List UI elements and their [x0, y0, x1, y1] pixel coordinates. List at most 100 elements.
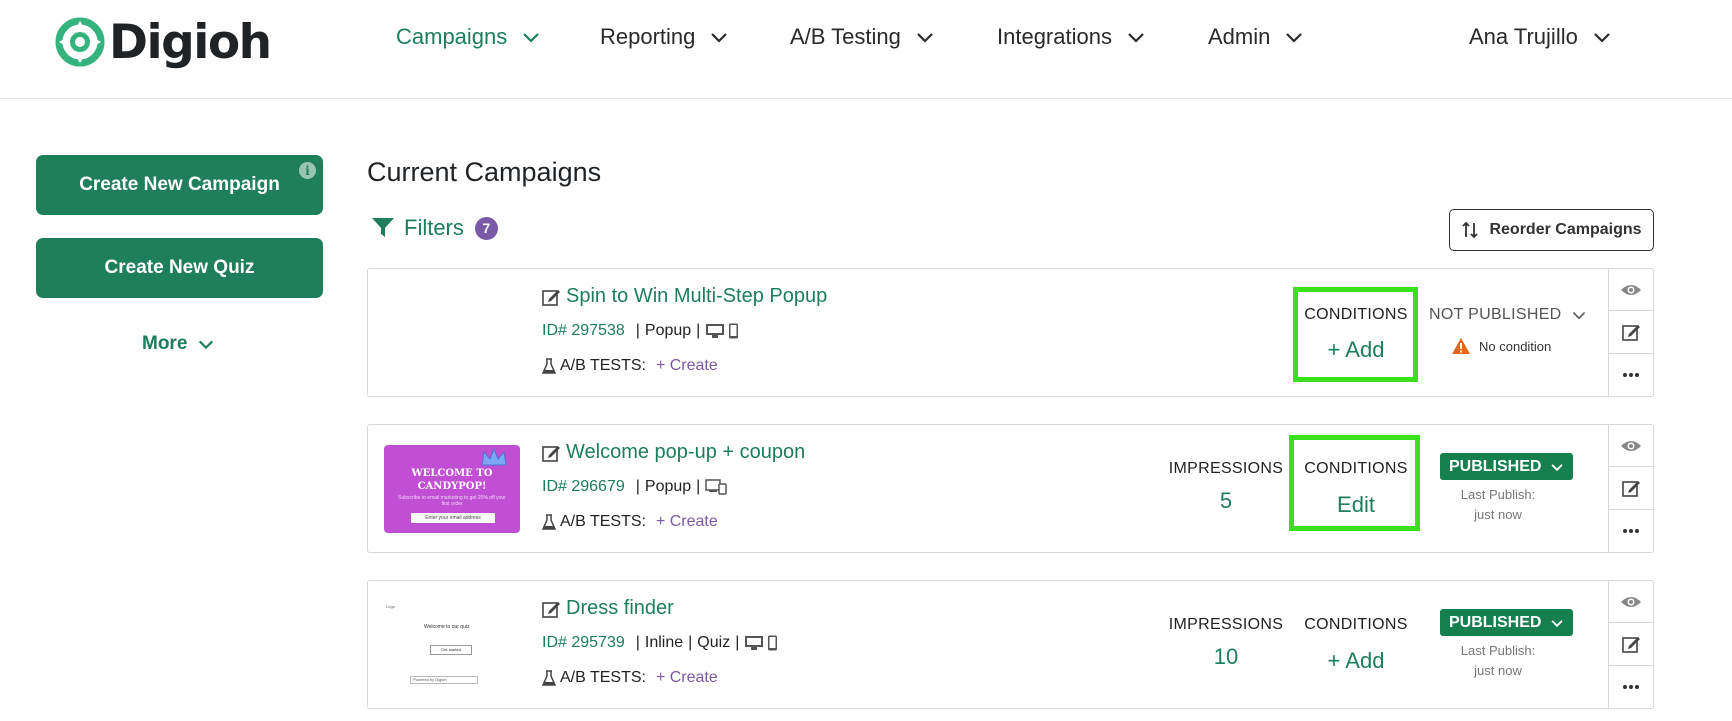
user-menu[interactable]: Ana Trujillo	[1469, 24, 1612, 50]
more-actions-button[interactable]	[1609, 510, 1653, 552]
desktop-icon	[706, 324, 725, 338]
ellipsis-icon	[1623, 372, 1639, 377]
campaign-actions	[1608, 269, 1653, 396]
preview-button[interactable]	[1609, 581, 1653, 624]
nav-ab-testing[interactable]: A/B Testing	[790, 24, 935, 50]
nav-reporting-label: Reporting	[600, 24, 696, 49]
more-menu-button[interactable]: More	[142, 333, 215, 355]
status-dropdown[interactable]: PUBLISHED	[1440, 609, 1574, 636]
digioh-logo[interactable]: Digioh	[55, 12, 272, 72]
last-publish-label: Last Publish:	[1460, 487, 1536, 502]
mobile-icon	[729, 323, 739, 339]
thumbnail-email-field: Enter your email address	[411, 513, 495, 523]
campaign-meta: ID# 295739 | Inline | Quiz |	[542, 634, 781, 652]
nav-integrations[interactable]: Integrations	[997, 24, 1146, 50]
ab-tests-row: A/B TESTS: + Create	[542, 357, 718, 375]
create-new-campaign-button[interactable]: Create New Campaign i	[36, 155, 323, 215]
more-actions-button[interactable]	[1609, 666, 1653, 708]
campaign-type: Inline	[644, 634, 684, 651]
warning-icon	[1452, 338, 1470, 354]
edit-campaign-button[interactable]	[1609, 623, 1653, 666]
eye-icon	[1621, 284, 1641, 295]
filters-count-badge: 7	[474, 216, 498, 240]
edit-campaign-button[interactable]	[1609, 467, 1653, 510]
thumbnail-button: Get started	[430, 645, 472, 655]
conditions-highlight-box	[1293, 287, 1418, 382]
campaign-type: Popup	[644, 478, 692, 495]
edit-name-icon[interactable]	[541, 287, 561, 307]
chevron-down-icon	[1572, 312, 1585, 320]
thumbnail-subtitle: Subscribe to email marketing to get 20% …	[398, 495, 506, 507]
conditions-highlight-box	[1289, 435, 1420, 531]
filters-toggle[interactable]: Filters 7	[371, 215, 498, 241]
nav-admin-label: Admin	[1208, 24, 1271, 49]
sort-arrows-icon	[1462, 221, 1479, 239]
campaign-thumbnail[interactable]: Logo Welcome to our quiz Get started Pow…	[384, 601, 520, 689]
campaign-id[interactable]: ID# 295739	[542, 634, 625, 652]
nav-campaigns[interactable]: Campaigns	[396, 24, 541, 50]
create-new-quiz-label: Create New Quiz	[104, 257, 255, 278]
create-new-quiz-button[interactable]: Create New Quiz	[36, 238, 323, 298]
nav-campaigns-label: Campaigns	[396, 24, 508, 49]
info-icon[interactable]: i	[299, 162, 316, 179]
digioh-logo-icon	[55, 17, 105, 67]
ellipsis-icon	[1623, 684, 1639, 689]
status-dropdown[interactable]: NOT PUBLISHED	[1429, 306, 1587, 324]
no-condition-text: No condition	[1479, 338, 1552, 354]
chevron-down-icon	[1594, 33, 1610, 43]
campaign-type: Popup	[644, 322, 692, 339]
more-actions-button[interactable]	[1609, 354, 1653, 396]
campaign-title-link[interactable]: Dress finder	[566, 597, 674, 620]
edit-icon	[1622, 480, 1640, 497]
campaign-card: Logo Welcome to our quiz Get started Pow…	[367, 580, 1654, 709]
last-publish-info: Last Publish: just now	[1428, 641, 1568, 681]
campaign-meta: ID# 296679 | Popup |	[542, 478, 730, 496]
campaign-thumbnail[interactable]: WELCOME TO CANDYPOP! Subscribe to email m…	[384, 445, 520, 533]
more-label: More	[142, 333, 188, 354]
chevron-down-icon	[917, 33, 933, 43]
chevron-down-icon	[199, 340, 214, 350]
campaign-card: WELCOME TO CANDYPOP! Subscribe to email m…	[367, 424, 1654, 553]
campaign-card: Spin to Win Multi-Step Popup ID# 297538 …	[367, 268, 1654, 397]
campaign-title-link[interactable]: Spin to Win Multi-Step Popup	[566, 285, 827, 308]
status-dropdown[interactable]: PUBLISHED	[1440, 453, 1574, 480]
reorder-campaigns-label: Reorder Campaigns	[1489, 221, 1642, 238]
campaign-title-link[interactable]: Welcome pop-up + coupon	[566, 441, 805, 464]
crown-decoration-icon	[481, 447, 507, 466]
last-publish-label: Last Publish:	[1460, 643, 1536, 658]
chevron-down-icon	[1128, 33, 1144, 43]
campaign-meta: ID# 297538 | Popup |	[542, 322, 742, 340]
chevron-down-icon	[1551, 619, 1563, 627]
nav-reporting[interactable]: Reporting	[600, 24, 729, 50]
desktop-mobile-icon	[705, 479, 728, 495]
ab-tests-label: A/B TESTS:	[560, 669, 646, 686]
thumbnail-title: WELCOME TO CANDYPOP!	[411, 468, 493, 492]
edit-campaign-button[interactable]	[1609, 311, 1653, 354]
create-ab-test-link[interactable]: + Create	[656, 669, 718, 687]
top-navigation-bar: Digioh Campaigns Reporting A/B Testing I…	[0, 0, 1732, 99]
nav-admin[interactable]: Admin	[1208, 24, 1304, 50]
last-publish-value: just now	[1474, 507, 1522, 522]
create-ab-test-link[interactable]: + Create	[656, 357, 718, 375]
thumbnail-footer: Powered by Digioh	[410, 676, 478, 684]
conditions-label: CONDITIONS	[1304, 616, 1408, 633]
add-conditions-link[interactable]: + Add	[1296, 648, 1416, 674]
last-publish-value: just now	[1474, 663, 1522, 678]
edit-name-icon[interactable]	[541, 443, 561, 463]
ab-tests-row: A/B TESTS: + Create	[542, 669, 718, 687]
reorder-campaigns-button[interactable]: Reorder Campaigns	[1449, 209, 1654, 251]
eye-icon	[1621, 596, 1641, 607]
preview-button[interactable]	[1609, 269, 1653, 312]
edit-icon	[1622, 324, 1640, 341]
create-ab-test-link[interactable]: + Create	[656, 513, 718, 531]
chevron-down-icon	[1286, 33, 1303, 43]
create-new-campaign-label: Create New Campaign	[79, 174, 280, 195]
campaign-id[interactable]: ID# 297538	[542, 322, 625, 340]
ab-tests-label: A/B TESTS:	[560, 357, 646, 374]
edit-name-icon[interactable]	[541, 599, 561, 619]
status-label: PUBLISHED	[1449, 457, 1542, 475]
thumbnail-logo: Logo	[386, 604, 395, 609]
campaign-id[interactable]: ID# 296679	[542, 478, 625, 496]
preview-button[interactable]	[1609, 425, 1653, 468]
flask-icon	[542, 513, 556, 530]
